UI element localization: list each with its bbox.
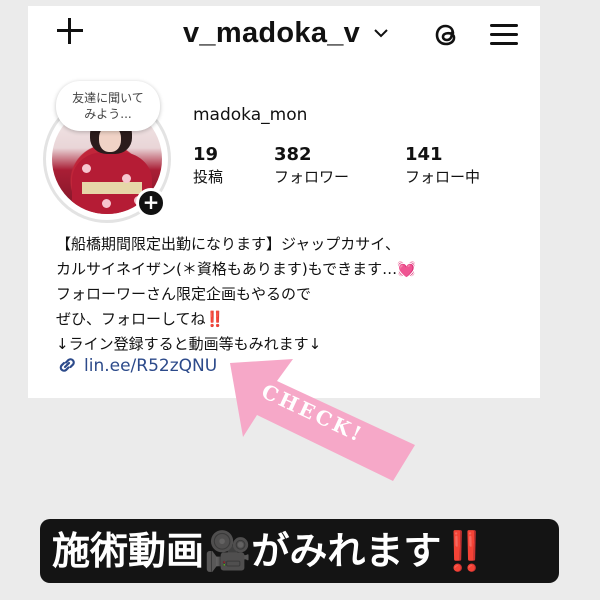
double-exclamation-icon: ‼️ bbox=[205, 310, 225, 328]
add-story-icon[interactable]: + bbox=[136, 188, 166, 218]
stat-posts-count: 19 bbox=[193, 144, 219, 165]
bio-line-4: ぜひ、フォローしてね‼️ bbox=[56, 307, 536, 332]
bio-line-2: カルサイネイザン(＊資格もあります)もできます…💓 bbox=[56, 257, 536, 282]
note-bubble-line2: みよう... bbox=[84, 107, 132, 121]
video-banner: 施術動画🎥がみれます‼️ bbox=[40, 519, 559, 583]
note-bubble-line1: 友達に聞いて bbox=[72, 91, 144, 105]
stat-posts[interactable]: 19 投稿 bbox=[193, 144, 223, 188]
stat-followers-label: フォロワー bbox=[274, 168, 350, 186]
menu-icon[interactable] bbox=[490, 22, 518, 46]
stat-posts-label: 投稿 bbox=[193, 168, 224, 186]
chevron-down-icon[interactable] bbox=[374, 28, 388, 38]
stat-following-label: フォロー中 bbox=[405, 168, 481, 186]
bio: 【船橋期間限定出勤になります】ジャップカサイ、 カルサイネイザン(＊資格もありま… bbox=[56, 232, 536, 357]
heart-icon: 💓 bbox=[397, 260, 416, 278]
banner-exclamation-icon: ‼️ bbox=[441, 529, 489, 573]
note-bubble[interactable]: 友達に聞いて みよう... bbox=[56, 81, 160, 131]
link-icon bbox=[59, 358, 75, 372]
bio-line-4-text: ぜひ、フォローしてね bbox=[56, 310, 206, 328]
profile-username[interactable]: v_madoka_v bbox=[183, 17, 360, 50]
bio-line-1: 【船橋期間限定出勤になります】ジャップカサイ、 bbox=[56, 235, 400, 253]
bio-link-text: lin.ee/R52zQNU bbox=[84, 356, 218, 376]
stat-following[interactable]: 141 フォロー中 bbox=[405, 144, 480, 188]
stat-following-count: 141 bbox=[405, 144, 443, 165]
bio-line-3: フォローワーさん限定企画もやるので bbox=[56, 285, 312, 303]
stat-followers-count: 382 bbox=[274, 144, 312, 165]
banner-text-2: がみれます bbox=[251, 529, 442, 573]
video-camera-icon: 🎥 bbox=[204, 529, 252, 573]
bio-line-2-text: カルサイネイザン(＊資格もあります)もできます… bbox=[56, 260, 398, 278]
display-name: madoka_mon bbox=[193, 105, 308, 125]
bio-link[interactable]: lin.ee/R52zQNU bbox=[56, 355, 217, 376]
banner-text: 施術動画 bbox=[52, 529, 205, 573]
add-icon[interactable] bbox=[55, 16, 85, 46]
stat-followers[interactable]: 382 フォロワー bbox=[274, 144, 349, 188]
threads-icon[interactable] bbox=[432, 20, 462, 50]
